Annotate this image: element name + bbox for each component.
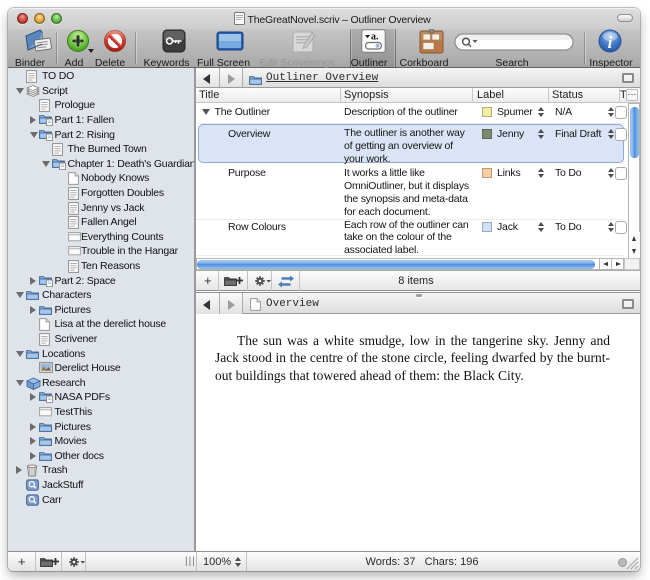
svg-text:a.: a.	[371, 32, 379, 43]
svg-text:i: i	[608, 33, 613, 52]
